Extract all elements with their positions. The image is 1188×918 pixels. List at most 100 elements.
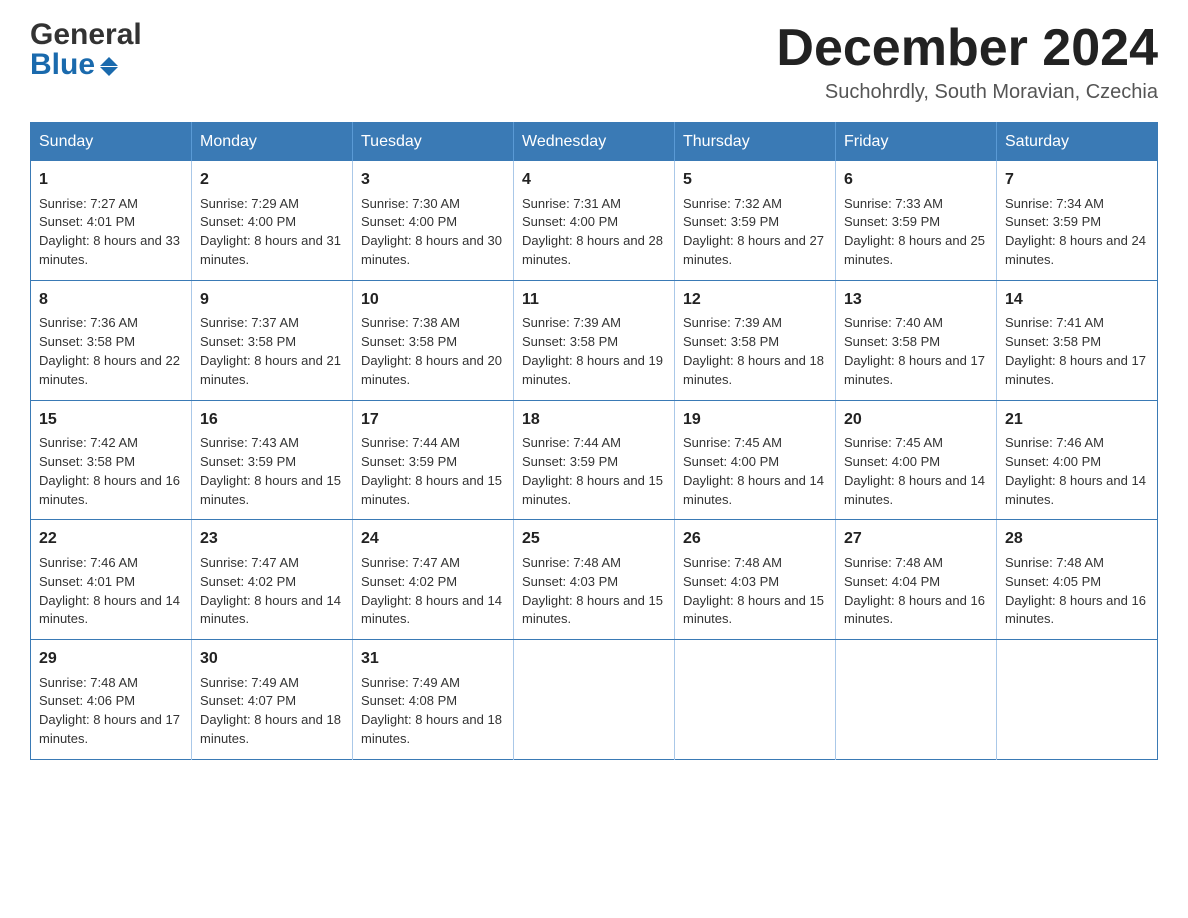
day-number: 19 [683,409,827,431]
day-info: Sunrise: 7:47 AMSunset: 4:02 PMDaylight:… [361,555,502,627]
calendar-cell: 12 Sunrise: 7:39 AMSunset: 3:58 PMDayligh… [675,280,836,400]
day-info: Sunrise: 7:37 AMSunset: 3:58 PMDaylight:… [200,315,341,387]
calendar-cell: 24 Sunrise: 7:47 AMSunset: 4:02 PMDayligh… [353,520,514,640]
day-number: 16 [200,409,344,431]
day-number: 8 [39,289,183,311]
header-right: December 2024 Suchohrdly, South Moravian… [776,20,1158,104]
day-info: Sunrise: 7:48 AMSunset: 4:03 PMDaylight:… [522,555,663,627]
day-info: Sunrise: 7:44 AMSunset: 3:59 PMDaylight:… [522,435,663,507]
day-info: Sunrise: 7:49 AMSunset: 4:08 PMDaylight:… [361,675,502,747]
day-info: Sunrise: 7:30 AMSunset: 4:00 PMDaylight:… [361,196,502,268]
calendar-cell: 31 Sunrise: 7:49 AMSunset: 4:08 PMDayligh… [353,640,514,760]
calendar-cell: 20 Sunrise: 7:45 AMSunset: 4:00 PMDayligh… [836,400,997,520]
logo-blue: Blue [30,50,142,80]
day-number: 31 [361,648,505,670]
day-info: Sunrise: 7:36 AMSunset: 3:58 PMDaylight:… [39,315,180,387]
page-header: General Blue December 2024 Suchohrdly, S… [30,20,1158,104]
day-number: 14 [1005,289,1149,311]
location: Suchohrdly, South Moravian, Czechia [776,81,1158,104]
day-number: 1 [39,169,183,191]
day-info: Sunrise: 7:47 AMSunset: 4:02 PMDaylight:… [200,555,341,627]
weekday-header-monday: Monday [192,123,353,162]
day-number: 28 [1005,528,1149,550]
calendar-cell: 15Sunrise: 7:42 AMSunset: 3:58 PMDayligh… [31,400,192,520]
day-number: 13 [844,289,988,311]
calendar-cell: 11Sunrise: 7:39 AMSunset: 3:58 PMDayligh… [514,280,675,400]
day-info: Sunrise: 7:46 AMSunset: 4:01 PMDaylight:… [39,555,180,627]
calendar-table: SundayMondayTuesdayWednesdayThursdayFrid… [30,122,1158,760]
calendar-cell: 30 Sunrise: 7:49 AMSunset: 4:07 PMDayligh… [192,640,353,760]
day-number: 20 [844,409,988,431]
day-number: 5 [683,169,827,191]
weekday-header-sunday: Sunday [31,123,192,162]
calendar-cell: 8 Sunrise: 7:36 AMSunset: 3:58 PMDaylight… [31,280,192,400]
month-title: December 2024 [776,20,1158,77]
calendar-cell: 5Sunrise: 7:32 AMSunset: 3:59 PMDaylight… [675,161,836,280]
calendar-cell: 9 Sunrise: 7:37 AMSunset: 3:58 PMDaylight… [192,280,353,400]
day-info: Sunrise: 7:39 AMSunset: 3:58 PMDaylight:… [522,315,663,387]
weekday-header-saturday: Saturday [997,123,1158,162]
weekday-header-tuesday: Tuesday [353,123,514,162]
day-info: Sunrise: 7:45 AMSunset: 4:00 PMDaylight:… [844,435,985,507]
day-info: Sunrise: 7:41 AMSunset: 3:58 PMDaylight:… [1005,315,1146,387]
calendar-cell: 21 Sunrise: 7:46 AMSunset: 4:00 PMDayligh… [997,400,1158,520]
logo-triangle-icon [100,57,118,76]
day-number: 18 [522,409,666,431]
calendar-week-2: 8 Sunrise: 7:36 AMSunset: 3:58 PMDaylight… [31,280,1158,400]
calendar-cell: 17 Sunrise: 7:44 AMSunset: 3:59 PMDayligh… [353,400,514,520]
calendar-week-1: 1 Sunrise: 7:27 AMSunset: 4:01 PMDaylight… [31,161,1158,280]
logo: General Blue [30,20,142,80]
calendar-cell: 14 Sunrise: 7:41 AMSunset: 3:58 PMDayligh… [997,280,1158,400]
calendar-cell: 10 Sunrise: 7:38 AMSunset: 3:58 PMDayligh… [353,280,514,400]
calendar-cell [675,640,836,760]
day-info: Sunrise: 7:49 AMSunset: 4:07 PMDaylight:… [200,675,341,747]
weekday-header-wednesday: Wednesday [514,123,675,162]
day-number: 3 [361,169,505,191]
day-info: Sunrise: 7:31 AMSunset: 4:00 PMDaylight:… [522,196,663,268]
calendar-cell: 7Sunrise: 7:34 AMSunset: 3:59 PMDaylight… [997,161,1158,280]
calendar-cell [836,640,997,760]
day-info: Sunrise: 7:46 AMSunset: 4:00 PMDaylight:… [1005,435,1146,507]
day-number: 24 [361,528,505,550]
day-number: 30 [200,648,344,670]
day-number: 21 [1005,409,1149,431]
day-number: 22 [39,528,183,550]
calendar-cell: 2Sunrise: 7:29 AMSunset: 4:00 PMDaylight… [192,161,353,280]
calendar-cell: 26 Sunrise: 7:48 AMSunset: 4:03 PMDayligh… [675,520,836,640]
day-number: 4 [522,169,666,191]
calendar-week-3: 15Sunrise: 7:42 AMSunset: 3:58 PMDayligh… [31,400,1158,520]
calendar-cell: 19Sunrise: 7:45 AMSunset: 4:00 PMDayligh… [675,400,836,520]
day-number: 10 [361,289,505,311]
day-info: Sunrise: 7:39 AMSunset: 3:58 PMDaylight:… [683,315,824,387]
calendar-cell [514,640,675,760]
day-number: 15 [39,409,183,431]
day-number: 26 [683,528,827,550]
day-number: 25 [522,528,666,550]
day-info: Sunrise: 7:48 AMSunset: 4:03 PMDaylight:… [683,555,824,627]
calendar-week-5: 29Sunrise: 7:48 AMSunset: 4:06 PMDayligh… [31,640,1158,760]
calendar-cell: 18 Sunrise: 7:44 AMSunset: 3:59 PMDayligh… [514,400,675,520]
day-number: 2 [200,169,344,191]
day-info: Sunrise: 7:27 AMSunset: 4:01 PMDaylight:… [39,196,180,268]
day-number: 9 [200,289,344,311]
calendar-cell: 3 Sunrise: 7:30 AMSunset: 4:00 PMDaylight… [353,161,514,280]
day-info: Sunrise: 7:38 AMSunset: 3:58 PMDaylight:… [361,315,502,387]
day-number: 29 [39,648,183,670]
logo-general: General [30,20,142,50]
day-info: Sunrise: 7:44 AMSunset: 3:59 PMDaylight:… [361,435,502,507]
day-number: 27 [844,528,988,550]
calendar-cell: 6Sunrise: 7:33 AMSunset: 3:59 PMDaylight… [836,161,997,280]
day-info: Sunrise: 7:48 AMSunset: 4:05 PMDaylight:… [1005,555,1146,627]
calendar-cell: 22 Sunrise: 7:46 AMSunset: 4:01 PMDayligh… [31,520,192,640]
day-number: 12 [683,289,827,311]
day-info: Sunrise: 7:33 AMSunset: 3:59 PMDaylight:… [844,196,985,268]
day-number: 17 [361,409,505,431]
calendar-cell: 27 Sunrise: 7:48 AMSunset: 4:04 PMDayligh… [836,520,997,640]
day-number: 23 [200,528,344,550]
calendar-cell [997,640,1158,760]
calendar-cell: 28 Sunrise: 7:48 AMSunset: 4:05 PMDayligh… [997,520,1158,640]
calendar-cell: 29Sunrise: 7:48 AMSunset: 4:06 PMDayligh… [31,640,192,760]
calendar-cell: 25 Sunrise: 7:48 AMSunset: 4:03 PMDayligh… [514,520,675,640]
calendar-cell: 4 Sunrise: 7:31 AMSunset: 4:00 PMDaylight… [514,161,675,280]
day-info: Sunrise: 7:48 AMSunset: 4:04 PMDaylight:… [844,555,985,627]
